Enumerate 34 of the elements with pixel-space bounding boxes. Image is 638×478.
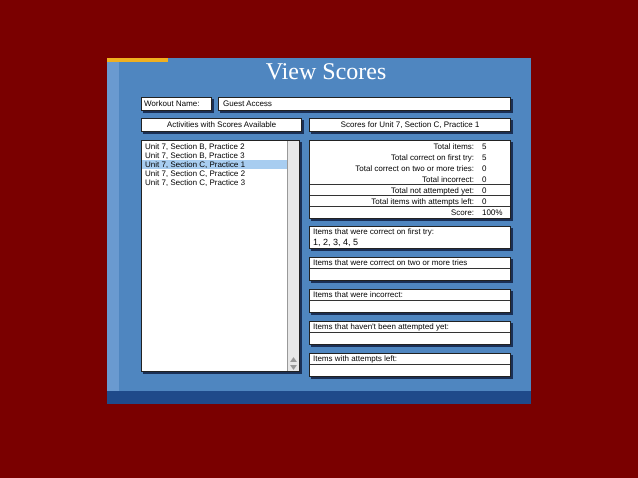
items-label: Items with attempts left: — [310, 354, 510, 365]
workout-name-field[interactable]: Guest Access — [218, 97, 511, 111]
activities-header: Activities with Scores Available — [141, 118, 302, 132]
activity-item[interactable]: Unit 7, Section B, Practice 2 — [142, 142, 287, 151]
items-label: Items that were incorrect: — [310, 290, 510, 301]
stat-label: Total correct on first try: — [390, 152, 475, 163]
stat-value: 0 — [482, 196, 488, 206]
scroll-down-icon[interactable] — [290, 365, 297, 370]
activity-item[interactable]: Unit 7, Section C, Practice 1 — [142, 160, 287, 169]
stat-value: 0 — [482, 174, 488, 184]
stat-label: Total not attempted yet: — [390, 185, 475, 195]
stat-value: 0 — [482, 185, 488, 195]
stat-label: Total items: — [432, 141, 475, 152]
items-value: 1, 2, 3, 4, 5 — [312, 237, 360, 248]
stat-label: Score: — [450, 207, 475, 218]
window-title: View Scores — [266, 58, 386, 86]
items-label: Items that haven't been attempted yet: — [310, 322, 510, 333]
scores-header: Scores for Unit 7, Section C, Practice 1 — [309, 118, 511, 132]
items-label: Items that were correct on first try: — [312, 227, 435, 237]
activity-item[interactable]: Unit 7, Section C, Practice 3 — [142, 178, 287, 187]
stat-label: Total incorrect: — [420, 174, 475, 184]
workout-label: Workout Name: — [141, 97, 212, 111]
stat-value: 100% — [482, 207, 504, 218]
items-label: Items that were correct on two or more tries — [310, 258, 510, 269]
accent-bar — [107, 58, 168, 62]
stat-value: 5 — [482, 152, 488, 163]
stat-value: 0 — [482, 163, 488, 174]
activity-item[interactable]: Unit 7, Section B, Practice 3 — [142, 151, 287, 160]
scrollbar[interactable] — [287, 141, 299, 371]
stat-value: 5 — [482, 141, 488, 152]
stat-label: Total items with attempts left: — [370, 196, 475, 206]
scroll-up-icon[interactable] — [290, 357, 297, 362]
stat-label: Total correct on two or more tries: — [354, 163, 475, 174]
activity-item[interactable]: Unit 7, Section C, Practice 2 — [142, 169, 287, 178]
